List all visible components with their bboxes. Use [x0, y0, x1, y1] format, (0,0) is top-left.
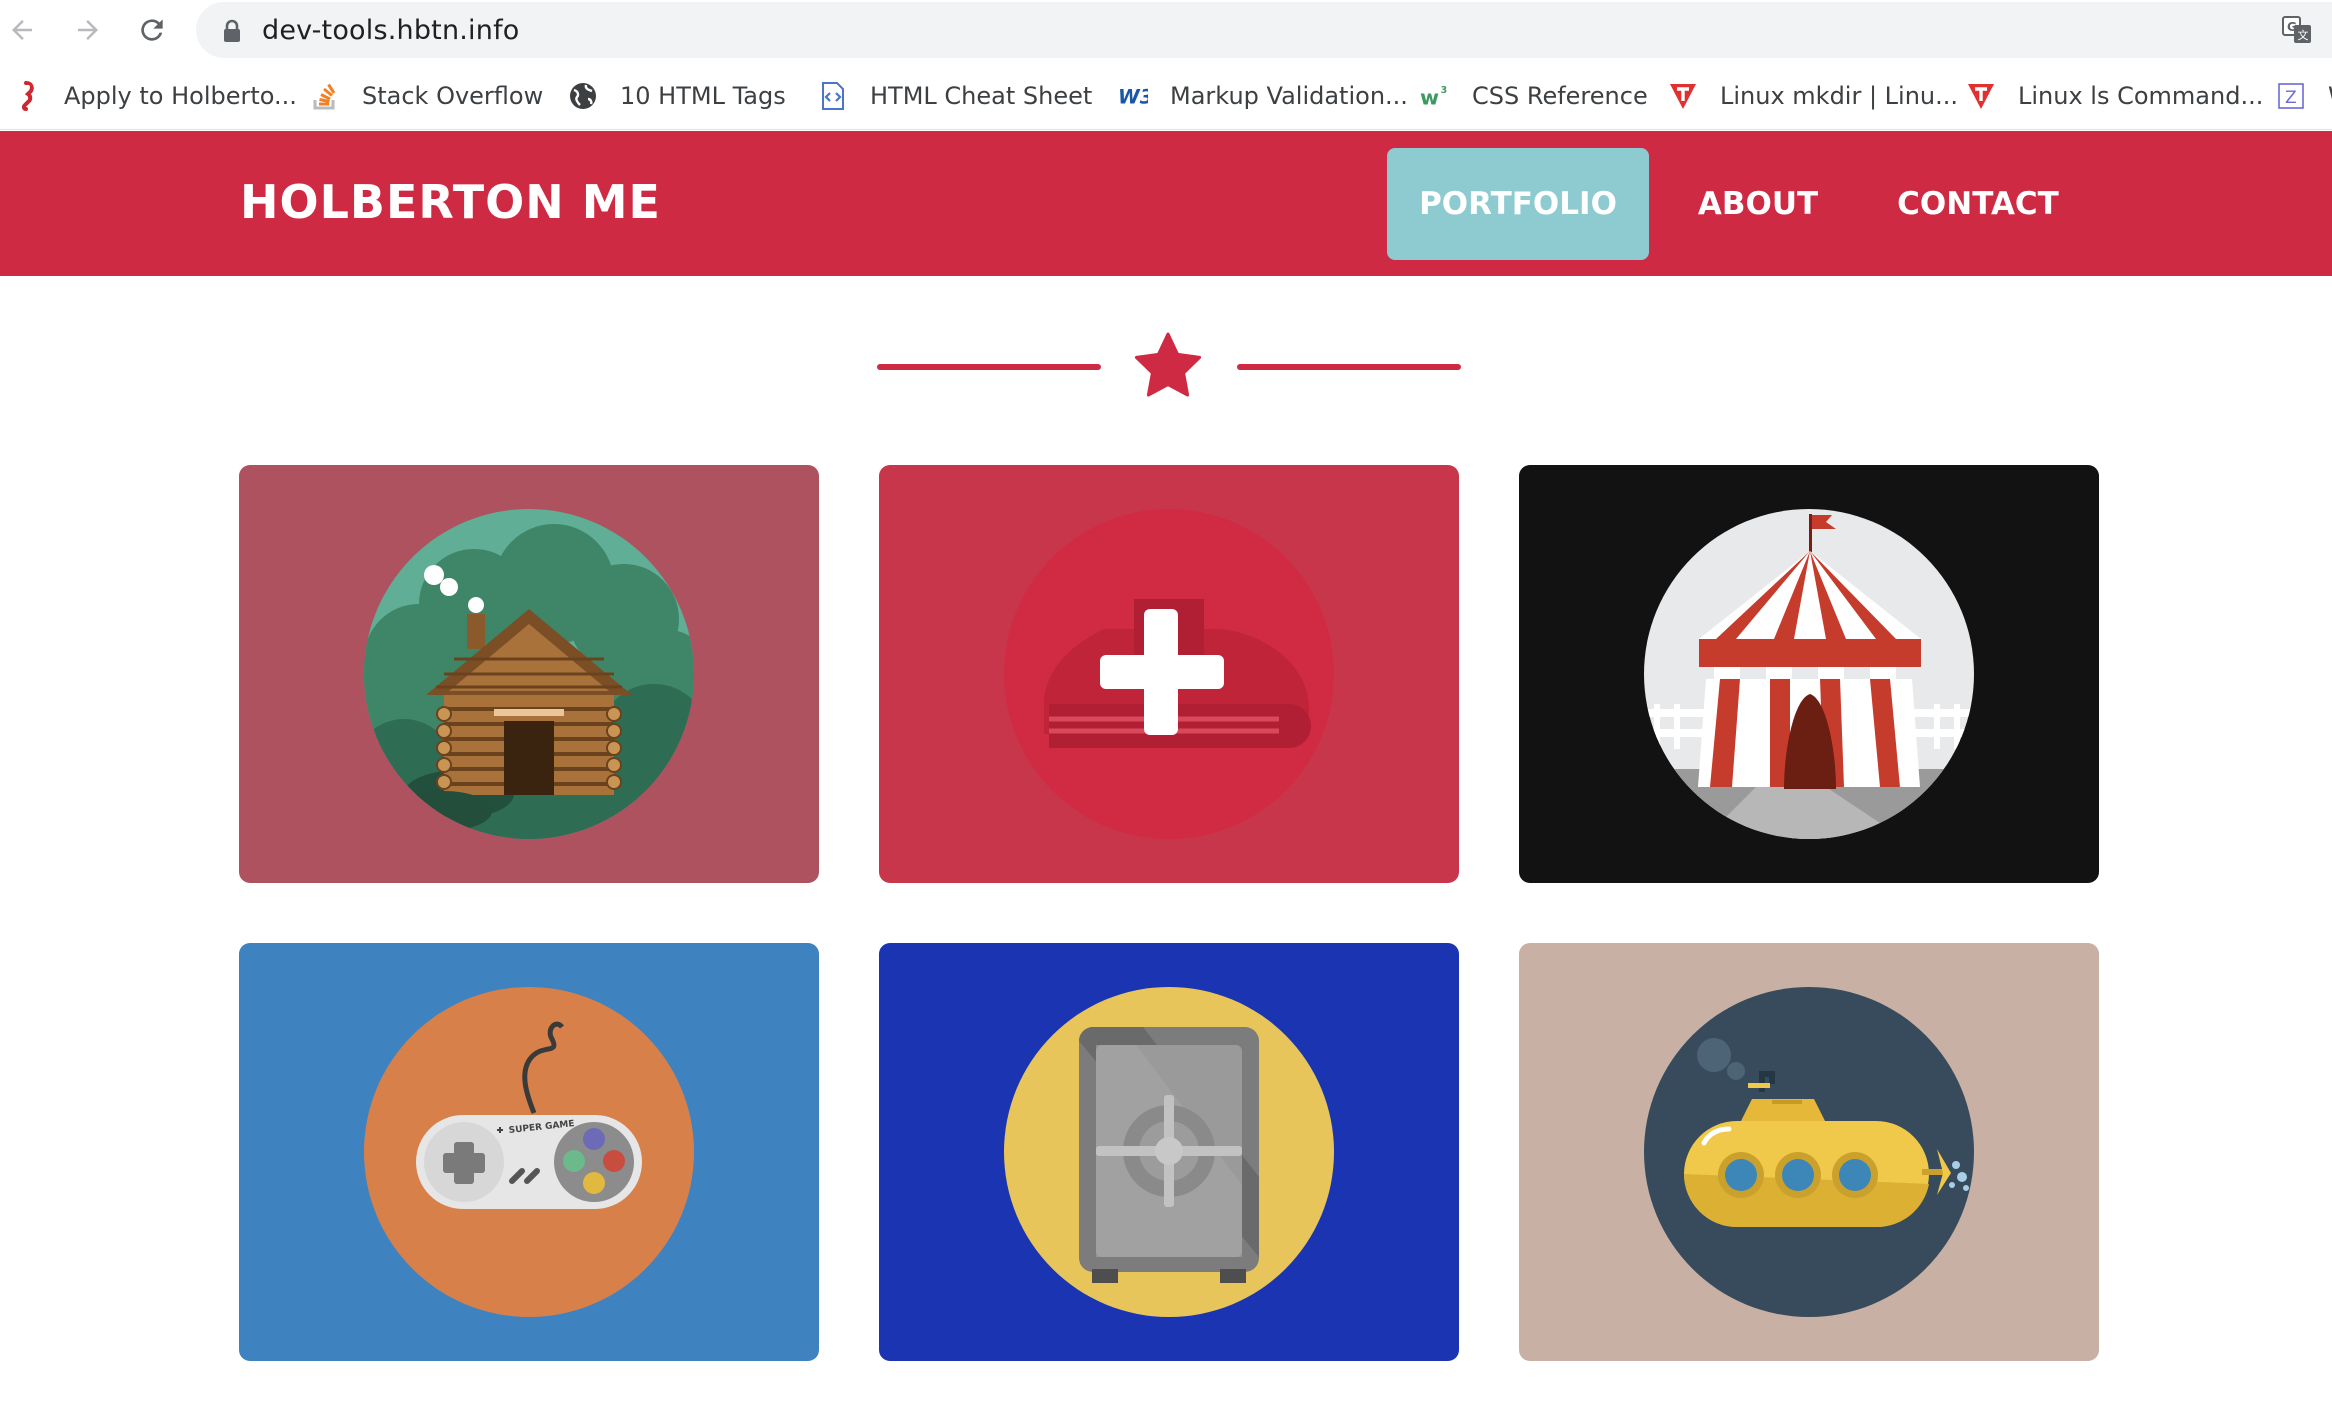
portfolio-card-first-aid[interactable] [879, 465, 1459, 883]
svg-text:w: w [1420, 85, 1439, 109]
bookmark-linux-mkdir[interactable]: Linux mkdir | Linu... [1668, 76, 1958, 116]
tutorialspoint-icon [1668, 81, 1698, 111]
portfolio-card-circus-tent[interactable] [1519, 465, 2099, 883]
svg-text:W3: W3 [1118, 86, 1148, 109]
portfolio-card-log-cabin[interactable] [239, 465, 819, 883]
holberton-seahorse-icon [12, 81, 42, 111]
bookmark-z[interactable]: Z W [2276, 76, 2332, 116]
back-button[interactable] [2, 8, 42, 52]
bookmark-html-cheat-sheet[interactable]: HTML Cheat Sheet [818, 76, 1092, 116]
portfolio-card-submarine[interactable] [1519, 943, 2099, 1361]
z-icon: Z [2276, 81, 2306, 111]
bookmark-stack-overflow[interactable]: Stack Overflow [310, 76, 543, 116]
bookmark-html-tags[interactable]: 10 HTML Tags [568, 76, 786, 116]
nav-about[interactable]: ABOUT [1670, 148, 1846, 260]
svg-text:3: 3 [1441, 85, 1448, 96]
forward-button[interactable] [68, 8, 108, 52]
site-header: HOLBERTON ME PORTFOLIO ABOUT CONTACT [0, 131, 2332, 276]
star-icon [1134, 332, 1202, 397]
bookmark-label: W [2328, 82, 2332, 110]
nav-portfolio[interactable]: PORTFOLIO [1387, 148, 1649, 260]
bookmark-apply-holberton[interactable]: Apply to Holberto... [12, 76, 297, 116]
divider-line-left [877, 364, 1101, 370]
url-text: dev-tools.hbtn.info [262, 15, 520, 46]
portfolio-card-safe[interactable] [879, 943, 1459, 1361]
bookmark-label: Markup Validation... [1170, 82, 1408, 110]
bookmark-label: HTML Cheat Sheet [870, 82, 1093, 110]
divider-line-right [1237, 364, 1461, 370]
bookmark-label: Apply to Holberto... [64, 82, 297, 110]
bookmark-label: CSS Reference [1472, 82, 1648, 110]
lock-icon [224, 19, 240, 42]
log-cabin-icon [364, 509, 694, 839]
safe-icon [1004, 987, 1334, 1317]
bookmark-label: 10 HTML Tags [620, 82, 786, 110]
reload-icon [141, 19, 163, 41]
address-bar[interactable]: dev-tools.hbtn.info G 文 [196, 2, 2332, 58]
code-doc-icon [818, 81, 848, 111]
forward-arrow-icon [78, 20, 98, 40]
portfolio-card-game-controller[interactable]: SUPER GAME [239, 943, 819, 1361]
w3c-icon: W3 [1118, 81, 1148, 111]
bookmark-label: Linux mkdir | Linu... [1720, 82, 1959, 110]
bookmark-label: Linux ls Command... [2018, 82, 2264, 110]
game-controller-icon: SUPER GAME [364, 987, 694, 1317]
svg-text:Z: Z [2285, 88, 2297, 108]
globe-icon [568, 81, 598, 111]
svg-text:文: 文 [2298, 28, 2309, 42]
stackoverflow-icon [310, 81, 340, 111]
bookmark-markup-validation[interactable]: W3 Markup Validation... [1118, 76, 1408, 116]
reload-button[interactable] [132, 8, 172, 52]
bookmark-label: Stack Overflow [362, 82, 544, 110]
circus-tent-icon [1644, 509, 1974, 839]
bookmark-css-reference[interactable]: w3 CSS Reference [1420, 76, 1648, 116]
bookmarks-bar: Apply to Holberto... Stack Overflow 10 H… [0, 62, 2332, 130]
nav-contact[interactable]: CONTACT [1872, 148, 2084, 260]
first-aid-kit-icon [1004, 509, 1334, 839]
w3schools-icon: w3 [1420, 81, 1450, 111]
tutorialspoint-icon [1966, 81, 1996, 111]
back-arrow-icon [12, 20, 32, 40]
submarine-icon [1644, 987, 1974, 1317]
site-logo[interactable]: HOLBERTON ME [240, 175, 661, 229]
browser-toolbar: dev-tools.hbtn.info G 文 [0, 0, 2332, 60]
translate-icon[interactable]: G 文 [2282, 16, 2312, 44]
bookmark-linux-ls[interactable]: Linux ls Command... [1966, 76, 2263, 116]
